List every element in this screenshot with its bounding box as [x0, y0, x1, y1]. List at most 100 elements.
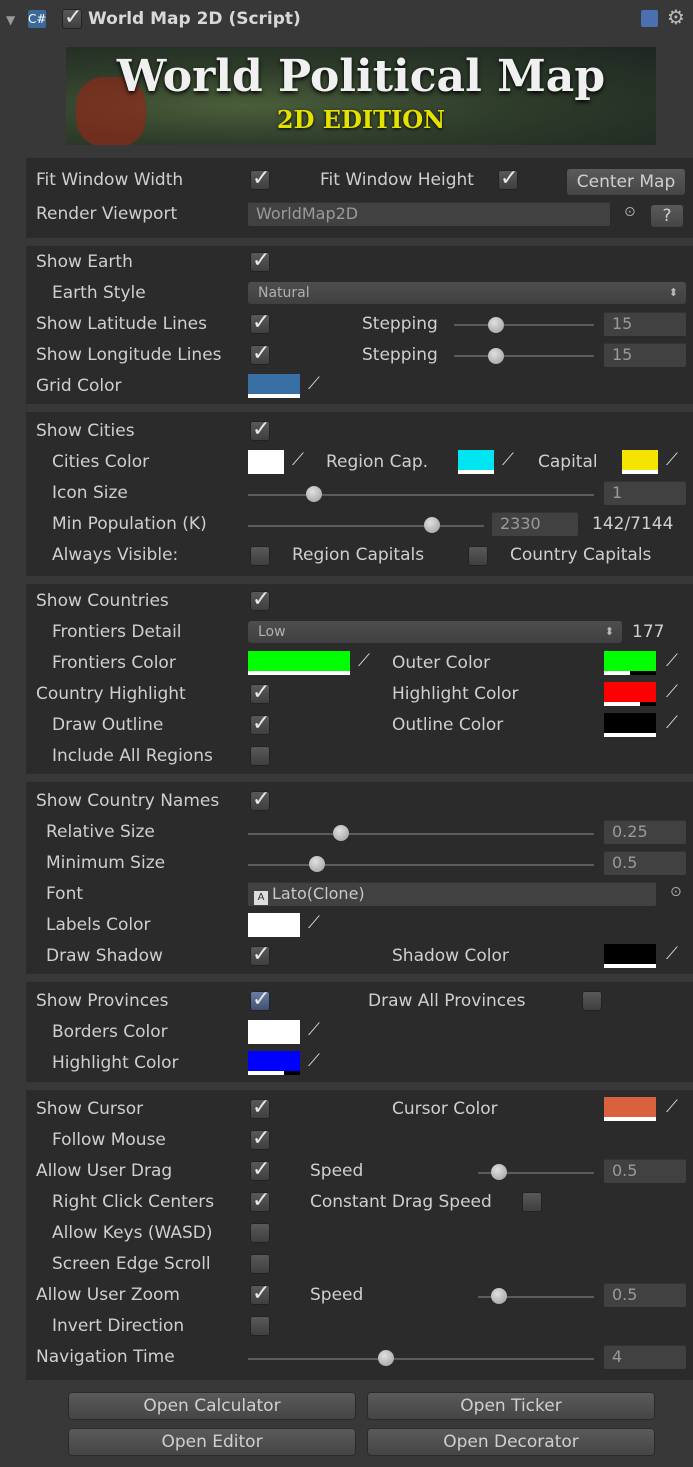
font-field[interactable]: A Lato(Clone)	[248, 882, 656, 906]
show-names-checkbox[interactable]	[250, 787, 270, 812]
eyedropper-icon[interactable]: ⟋	[666, 942, 678, 966]
country-capitals-checkbox[interactable]	[468, 546, 488, 566]
zoom-speed-field[interactable]: 0.5	[604, 1283, 686, 1307]
min-pop-field[interactable]: 2330	[492, 512, 578, 536]
include-regions-checkbox[interactable]	[250, 746, 270, 766]
icon-size-knob[interactable]	[305, 486, 322, 502]
icon-size-field[interactable]: 1	[604, 481, 686, 505]
outline-color-swatch[interactable]	[604, 713, 656, 737]
lon-lines-checkbox[interactable]	[250, 341, 270, 366]
drag-speed-knob[interactable]	[490, 1164, 507, 1180]
eyedropper-icon[interactable]: ⟋	[308, 1018, 320, 1042]
earth-style-dropdown[interactable]: Natural ⬍	[248, 282, 686, 304]
draw-shadow-checkbox[interactable]	[250, 942, 270, 967]
eyedropper-icon[interactable]: ⟋	[292, 448, 304, 472]
capital-color-swatch[interactable]	[622, 450, 658, 474]
follow-mouse-checkbox[interactable]	[250, 1126, 270, 1151]
show-countries-checkbox[interactable]	[250, 587, 270, 612]
show-cursor-checkbox[interactable]	[250, 1095, 270, 1120]
shadow-color-swatch[interactable]	[604, 944, 656, 968]
labels-color-swatch[interactable]	[248, 913, 300, 937]
allow-zoom-checkbox[interactable]	[250, 1281, 270, 1306]
lon-stepping-field[interactable]: 15	[604, 343, 686, 367]
eyedropper-icon[interactable]: ⟋	[358, 649, 370, 673]
lon-stepping-track[interactable]	[454, 355, 594, 357]
province-highlight-swatch[interactable]	[248, 1051, 300, 1075]
region-capitals-checkbox[interactable]	[250, 546, 270, 566]
labels-color-label: Labels Color	[46, 915, 151, 935]
allow-drag-checkbox[interactable]	[250, 1157, 270, 1182]
eyedropper-icon[interactable]: ⟋	[502, 448, 514, 472]
eyedropper-icon[interactable]: ⟋	[666, 1095, 678, 1119]
open-ticker-button[interactable]: Open Ticker	[367, 1392, 655, 1420]
show-provinces-checkbox[interactable]	[250, 987, 270, 1012]
lat-lines-checkbox[interactable]	[250, 310, 270, 335]
icon-size-track[interactable]	[248, 494, 594, 496]
center-map-button[interactable]: Center Map	[566, 168, 686, 196]
relative-size-knob[interactable]	[333, 825, 350, 841]
minimum-size-knob[interactable]	[309, 856, 326, 872]
invert-direction-checkbox[interactable]	[250, 1316, 270, 1336]
help-book-icon[interactable]	[641, 10, 658, 27]
draw-outline-checkbox[interactable]	[250, 711, 270, 736]
component-enabled-checkbox[interactable]	[62, 5, 82, 30]
eyedropper-icon[interactable]: ⟋	[666, 448, 678, 472]
open-calculator-button[interactable]: Open Calculator	[68, 1392, 356, 1420]
open-decorator-button[interactable]: Open Decorator	[367, 1428, 655, 1456]
help-button[interactable]: ?	[650, 204, 684, 228]
lat-stepping-field[interactable]: 15	[604, 312, 686, 336]
lat-stepping-track[interactable]	[454, 324, 594, 326]
gear-icon[interactable]: ⚙	[667, 5, 685, 29]
object-picker-icon[interactable]: ⊙	[670, 880, 682, 904]
minimum-size-track[interactable]	[248, 864, 594, 866]
lon-stepping-knob[interactable]	[488, 348, 504, 364]
eyedropper-icon[interactable]: ⟋	[666, 680, 678, 704]
eyedropper-icon[interactable]: ⟋	[308, 911, 320, 935]
show-cities-checkbox[interactable]	[250, 417, 270, 442]
open-editor-button[interactable]: Open Editor	[68, 1428, 356, 1456]
highlight-color-swatch[interactable]	[604, 682, 656, 706]
eyedropper-icon[interactable]: ⟋	[308, 372, 320, 396]
region-cap-swatch[interactable]	[458, 450, 494, 474]
lat-stepping-knob[interactable]	[488, 317, 504, 333]
relative-size-field[interactable]: 0.25	[604, 820, 686, 844]
eyedropper-icon[interactable]: ⟋	[666, 711, 678, 735]
outer-color-swatch[interactable]	[604, 651, 656, 675]
min-pop-track[interactable]	[248, 525, 484, 527]
eyedropper-icon[interactable]: ⟋	[308, 1049, 320, 1073]
frontiers-color-swatch[interactable]	[248, 651, 350, 675]
cities-color-label: Cities Color	[52, 452, 150, 472]
borders-color-swatch[interactable]	[248, 1020, 300, 1044]
eyedropper-icon[interactable]: ⟋	[666, 649, 678, 673]
follow-mouse-label: Follow Mouse	[52, 1130, 166, 1150]
allow-keys-checkbox[interactable]	[250, 1223, 270, 1243]
foldout-arrow-icon[interactable]: ▼	[6, 8, 15, 32]
nav-time-track[interactable]	[248, 1358, 594, 1360]
draw-shadow-label: Draw Shadow	[46, 946, 163, 966]
render-viewport-field[interactable]: WorldMap2D	[248, 202, 610, 226]
drag-speed-field[interactable]: 0.5	[604, 1159, 686, 1183]
draw-all-provinces-checkbox[interactable]	[582, 991, 602, 1011]
min-pop-knob[interactable]	[424, 517, 441, 533]
constant-drag-checkbox[interactable]	[522, 1192, 542, 1212]
section-earth: Show Earth Earth Style Natural ⬍ Show La…	[26, 246, 693, 404]
cities-color-swatch[interactable]	[248, 450, 284, 474]
fit-width-checkbox[interactable]	[250, 166, 270, 191]
zoom-speed-knob[interactable]	[490, 1288, 507, 1304]
relative-size-track[interactable]	[248, 833, 594, 835]
edge-scroll-label: Screen Edge Scroll	[52, 1254, 211, 1274]
outline-color-label: Outline Color	[392, 715, 504, 735]
grid-color-swatch[interactable]	[248, 374, 300, 398]
object-picker-icon[interactable]: ⊙	[624, 200, 636, 224]
minimum-size-field[interactable]: 0.5	[604, 851, 686, 875]
cursor-color-swatch[interactable]	[604, 1097, 656, 1121]
edge-scroll-checkbox[interactable]	[250, 1254, 270, 1274]
nav-time-knob[interactable]	[378, 1350, 395, 1366]
fit-height-checkbox[interactable]	[498, 166, 518, 191]
show-earth-checkbox[interactable]	[250, 248, 270, 273]
country-highlight-checkbox[interactable]	[250, 680, 270, 705]
nav-time-field[interactable]: 4	[604, 1345, 686, 1369]
fit-width-label: Fit Window Width	[36, 170, 184, 190]
frontiers-detail-dropdown[interactable]: Low ⬍	[248, 621, 622, 643]
right-click-checkbox[interactable]	[250, 1188, 270, 1213]
